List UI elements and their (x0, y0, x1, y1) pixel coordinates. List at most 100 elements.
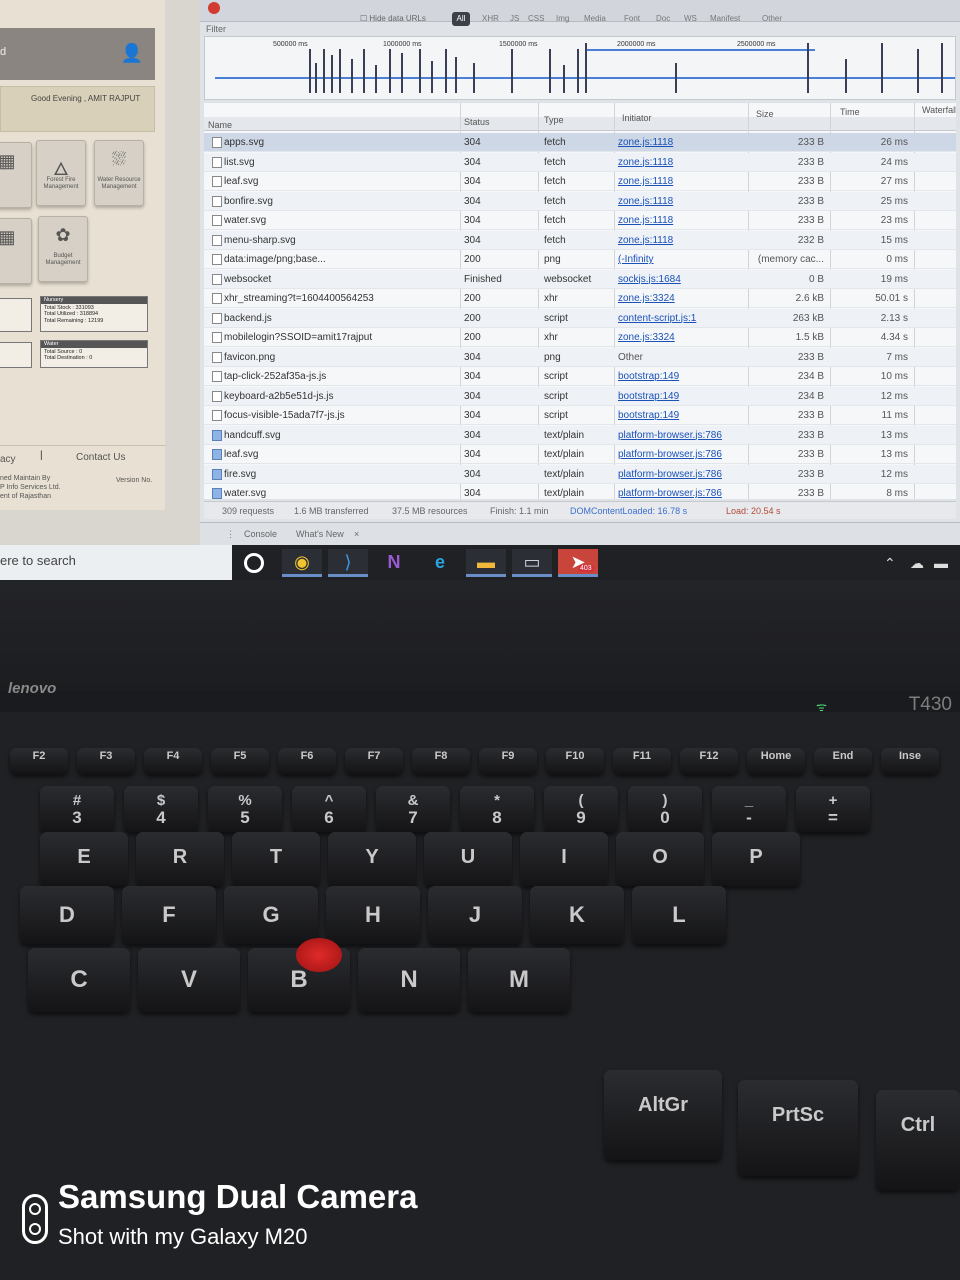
tile-partial-2[interactable]: ▦ (0, 218, 32, 284)
request-name[interactable]: apps.svg (224, 137, 459, 148)
key-m[interactable]: M (468, 948, 570, 1012)
request-initiator[interactable]: platform-browser.js:786 (618, 430, 722, 441)
key-v[interactable]: V (138, 948, 240, 1012)
filter-tab-media[interactable]: Media (584, 14, 606, 23)
table-row[interactable]: mobilelogin?SSOID=amit17rajput 200 xhr zone… (204, 328, 956, 347)
table-row[interactable]: focus-visible-15ada7f7-js.js 304 script boo… (204, 406, 956, 425)
key-r[interactable]: R (136, 832, 224, 886)
drawer-tab-console[interactable]: Console (244, 529, 277, 539)
filter-tab-ws[interactable]: WS (684, 14, 697, 23)
fkey-inse[interactable]: Inse (881, 748, 939, 774)
key-h[interactable]: H (326, 886, 420, 944)
trackpoint[interactable] (296, 938, 342, 972)
cortana-icon[interactable] (244, 553, 264, 573)
request-name[interactable]: menu-sharp.svg (224, 235, 459, 246)
key-k[interactable]: K (530, 886, 624, 944)
key-3[interactable]: 3 # (40, 786, 114, 832)
tile-partial[interactable]: ▦ (0, 142, 32, 208)
request-initiator[interactable]: zone.js:1118 (618, 215, 673, 226)
request-initiator[interactable]: zone.js:3324 (618, 293, 675, 304)
request-initiator[interactable]: bootstrap:149 (618, 371, 679, 382)
table-row[interactable]: water.svg 304 fetch zone.js:1118 233 B 23 ms (204, 211, 956, 230)
request-initiator[interactable]: zone.js:1118 (618, 137, 673, 148)
key-9[interactable]: 9( (544, 786, 618, 832)
fkey-f12[interactable]: F12 (680, 748, 738, 774)
request-name[interactable]: favicon.png (224, 352, 459, 363)
request-initiator[interactable]: (-Infinity (618, 254, 654, 265)
request-initiator[interactable]: platform-browser.js:786 (618, 488, 722, 499)
filter-tab-css[interactable]: CSS (528, 14, 544, 23)
request-name[interactable]: backend.js (224, 313, 459, 324)
request-initiator[interactable]: content-script.js:1 (618, 313, 696, 324)
filter-tab-doc[interactable]: Doc (656, 14, 670, 23)
key-altgr[interactable]: AltGr (604, 1070, 722, 1160)
telegram-icon[interactable]: ➤ (558, 549, 598, 577)
key-o[interactable]: O (616, 832, 704, 886)
weather-icon[interactable]: ☁ (910, 555, 924, 572)
table-row[interactable]: favicon.png 304 png Other 233 B 7 ms (204, 347, 956, 367)
terminal-icon[interactable]: ▭ (512, 549, 552, 577)
key-y[interactable]: Y (328, 832, 416, 886)
key-i[interactable]: I (520, 832, 608, 886)
fkey-end[interactable]: End (814, 748, 872, 774)
key-7[interactable]: 7 & (376, 786, 450, 832)
fkey-f8[interactable]: F8 (412, 748, 470, 774)
request-name[interactable]: tap-click-252af35a-js.js (224, 371, 459, 382)
table-row[interactable]: bonfire.svg 304 fetch zone.js:1118 233 B 25 m… (204, 191, 956, 211)
user-settings-icon[interactable]: 👤 (117, 42, 147, 64)
tile-forest-fire[interactable]: 🜂 Forest Fire Management (36, 140, 86, 206)
contact-link[interactable]: Contact Us (76, 452, 125, 463)
col-time[interactable]: Time (840, 107, 860, 117)
filter-tab-all[interactable]: All (452, 12, 470, 26)
filter-tab-manifest[interactable]: Manifest (710, 14, 740, 23)
table-row[interactable]: apps.svg 304 fetch zone.js:1118 233 B 26 ms (204, 133, 956, 152)
request-name[interactable]: mobilelogin?SSOID=amit17rajput (224, 332, 459, 343)
fkey-f10[interactable]: F10 (546, 748, 604, 774)
table-row[interactable]: tap-click-252af35a-js.js 304 script bootstr… (204, 367, 956, 386)
key-j[interactable]: J (428, 886, 522, 944)
col-type[interactable]: Type (544, 115, 564, 125)
request-initiator[interactable]: bootstrap:149 (618, 391, 679, 402)
table-row[interactable]: menu-sharp.svg 304 fetch zone.js:1118 232 B 1… (204, 230, 956, 250)
table-row[interactable]: list.svg 304 fetch zone.js:1118 233 B 24 ms (204, 152, 956, 172)
request-name[interactable]: xhr_streaming?t=1604400564253 (224, 293, 459, 304)
chevron-up-icon[interactable]: ⌃ (884, 555, 896, 572)
folder-icon[interactable]: ▬ (466, 549, 506, 577)
key-6[interactable]: 6 ^ (292, 786, 366, 832)
table-row[interactable]: handcuff.svg 304 text/plain platform-browse… (204, 425, 956, 445)
table-row[interactable]: websocket Finished websocket sockjs.js:1684… (204, 269, 956, 289)
request-initiator[interactable]: sockjs.js:1684 (618, 274, 681, 285)
request-name[interactable]: fire.svg (224, 469, 459, 480)
onenote-icon[interactable]: N (374, 549, 414, 577)
taskbar-search[interactable]: ere to search (0, 545, 232, 580)
col-name[interactable]: Name (208, 120, 232, 130)
network-overview-timeline[interactable]: 500000 ms 1000000 ms 1500000 ms 2000000 … (204, 36, 956, 100)
search-input[interactable]: ere to search (0, 553, 76, 568)
key-prtsc[interactable]: PrtSc (738, 1080, 858, 1176)
privacy-link[interactable]: acy (0, 454, 16, 465)
table-row[interactable]: water.svg 304 text/plain platform-browser.j… (204, 484, 956, 499)
filter-tab-img[interactable]: Img (556, 14, 569, 23)
key-f[interactable]: F (122, 886, 216, 944)
key-d[interactable]: D (20, 886, 114, 944)
key-p[interactable]: P (712, 832, 800, 886)
request-initiator[interactable]: zone.js:3324 (618, 332, 675, 343)
table-row[interactable]: fire.svg 304 text/plain platform-browser.js… (204, 464, 956, 484)
table-row[interactable]: keyboard-a2b5e51d-js.js 304 script bootstra… (204, 386, 956, 406)
request-name[interactable]: data:image/png;base... (224, 254, 459, 265)
key-l[interactable]: L (632, 886, 726, 944)
request-initiator[interactable]: zone.js:1118 (618, 196, 673, 207)
fkey-f2[interactable]: F2 (10, 748, 68, 774)
request-name[interactable]: focus-visible-15ada7f7-js.js (224, 410, 459, 421)
tile-budget[interactable]: ✿ Budget Management (38, 216, 88, 282)
fkey-f3[interactable]: F3 (77, 748, 135, 774)
request-name[interactable]: websocket (224, 274, 459, 285)
table-row[interactable]: leaf.svg 304 text/plain platform-browser.js… (204, 445, 956, 464)
key-n[interactable]: N (358, 948, 460, 1012)
tile-water-resource[interactable]: ⛆ Water Resource Management (94, 140, 144, 206)
request-name[interactable]: leaf.svg (224, 176, 459, 187)
key-g[interactable]: G (224, 886, 318, 944)
key--[interactable]: - _ (712, 786, 786, 832)
vscode-icon[interactable]: ⟩ (328, 549, 368, 577)
request-initiator[interactable]: platform-browser.js:786 (618, 449, 722, 460)
